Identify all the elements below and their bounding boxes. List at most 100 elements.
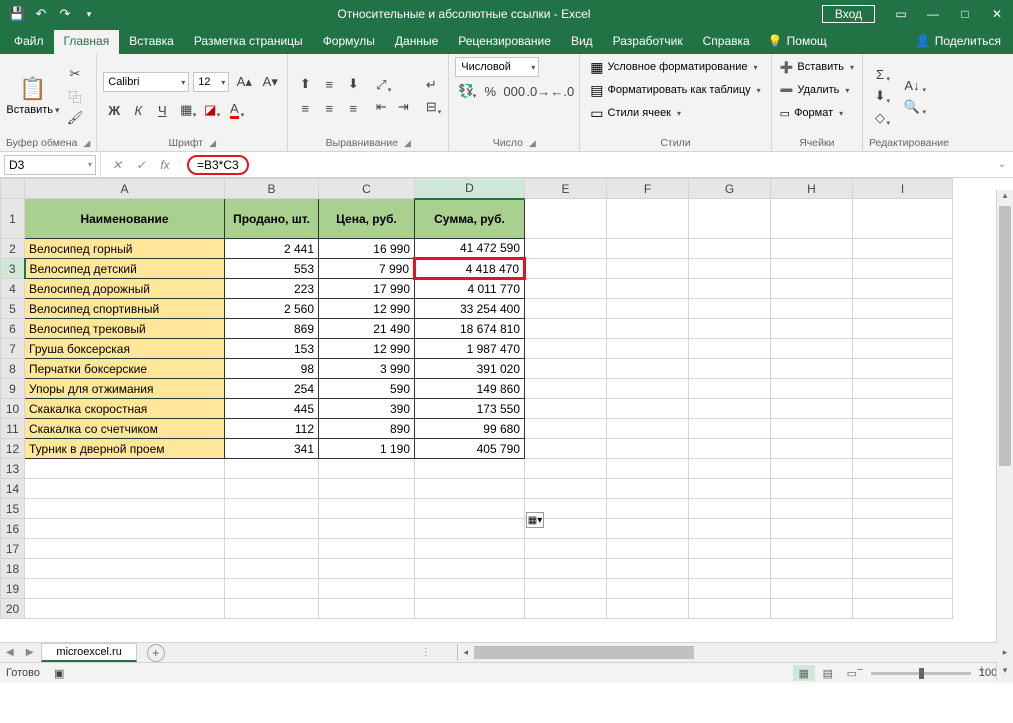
cell-D3[interactable]: 4 418 470: [415, 259, 525, 279]
row-header-12[interactable]: 12: [1, 439, 25, 459]
find-select-icon[interactable]: 🔍: [897, 97, 927, 117]
cell[interactable]: [415, 459, 525, 479]
cell-A4[interactable]: Велосипед дорожный: [25, 279, 225, 299]
cell[interactable]: [415, 599, 525, 619]
bold-button[interactable]: Ж: [103, 100, 125, 120]
cell[interactable]: [771, 399, 853, 419]
column-header-G[interactable]: G: [689, 179, 771, 199]
zoom-handle[interactable]: [919, 668, 924, 679]
cell[interactable]: [225, 599, 319, 619]
wrap-text-icon[interactable]: ↵: [420, 75, 442, 95]
cell[interactable]: [525, 419, 607, 439]
save-icon[interactable]: 💾: [6, 3, 28, 25]
cell[interactable]: [319, 559, 415, 579]
percent-icon[interactable]: %: [479, 81, 501, 101]
scroll-left-icon[interactable]: ◂: [458, 644, 474, 661]
italic-button[interactable]: К: [127, 100, 149, 120]
cell[interactable]: [853, 459, 953, 479]
row-header-15[interactable]: 15: [1, 499, 25, 519]
cut-icon[interactable]: ✂: [64, 64, 86, 84]
cell[interactable]: [25, 539, 225, 559]
cell-B11[interactable]: 112: [225, 419, 319, 439]
macro-record-icon[interactable]: ▣: [54, 667, 64, 680]
cell[interactable]: [689, 339, 771, 359]
cell[interactable]: [607, 199, 689, 239]
cell[interactable]: [853, 379, 953, 399]
cell[interactable]: [771, 539, 853, 559]
cell[interactable]: [415, 479, 525, 499]
cell-D11[interactable]: 99 680: [415, 419, 525, 439]
cell[interactable]: [689, 559, 771, 579]
cell[interactable]: [771, 559, 853, 579]
sheet-tab[interactable]: microexcel.ru: [41, 643, 136, 662]
cell[interactable]: [853, 359, 953, 379]
minimize-icon[interactable]: ―: [917, 3, 949, 25]
cell[interactable]: [525, 299, 607, 319]
column-header-F[interactable]: F: [607, 179, 689, 199]
cell[interactable]: [853, 299, 953, 319]
row-header-1[interactable]: 1: [1, 199, 25, 239]
cell-C3[interactable]: 7 990: [319, 259, 415, 279]
maximize-icon[interactable]: □: [949, 3, 981, 25]
cell-B4[interactable]: 223: [225, 279, 319, 299]
fx-icon[interactable]: fx: [153, 155, 177, 175]
cell[interactable]: [415, 539, 525, 559]
tab-help[interactable]: Справка: [693, 30, 760, 54]
cell-A9[interactable]: Упоры для отжимания: [25, 379, 225, 399]
increase-decimal-icon[interactable]: .0→: [527, 81, 549, 101]
format-painter-icon[interactable]: 🖌: [64, 108, 86, 128]
autosum-icon[interactable]: Σ: [869, 64, 891, 84]
cell[interactable]: [853, 579, 953, 599]
cell[interactable]: [225, 499, 319, 519]
close-icon[interactable]: ✕: [981, 3, 1013, 25]
cell-D10[interactable]: 173 550: [415, 399, 525, 419]
header-cell-price[interactable]: Цена, руб.: [319, 199, 415, 239]
cell[interactable]: [25, 459, 225, 479]
row-header-5[interactable]: 5: [1, 299, 25, 319]
align-middle-icon[interactable]: ≡: [318, 74, 340, 94]
cell[interactable]: [25, 479, 225, 499]
cell-D7[interactable]: 1 987 470: [415, 339, 525, 359]
font-color-icon[interactable]: A: [223, 100, 245, 120]
select-all-corner[interactable]: [1, 179, 25, 199]
cell-C6[interactable]: 21 490: [319, 319, 415, 339]
cell[interactable]: [607, 399, 689, 419]
cell[interactable]: [525, 259, 607, 279]
cell[interactable]: [771, 459, 853, 479]
format-cells-button[interactable]: ▭Формат: [778, 103, 846, 123]
cell-C12[interactable]: 1 190: [319, 439, 415, 459]
row-header-10[interactable]: 10: [1, 399, 25, 419]
cell-A3[interactable]: Велосипед детский: [25, 259, 225, 279]
cell-A10[interactable]: Скакалка скоростная: [25, 399, 225, 419]
tab-data[interactable]: Данные: [385, 30, 448, 54]
cell[interactable]: [225, 539, 319, 559]
orientation-icon[interactable]: ⤢: [370, 75, 392, 95]
cell[interactable]: [525, 479, 607, 499]
cell[interactable]: [771, 599, 853, 619]
align-bottom-icon[interactable]: ⬇: [342, 74, 364, 94]
cell-A11[interactable]: Скакалка со счетчиком: [25, 419, 225, 439]
scroll-thumb[interactable]: [999, 206, 1011, 466]
cancel-formula-icon[interactable]: ✕: [105, 155, 129, 175]
cell-B8[interactable]: 98: [225, 359, 319, 379]
cell[interactable]: [225, 479, 319, 499]
cell[interactable]: [319, 579, 415, 599]
cell[interactable]: [771, 419, 853, 439]
cell[interactable]: [607, 579, 689, 599]
tab-page-layout[interactable]: Разметка страницы: [184, 30, 313, 54]
cell[interactable]: [607, 559, 689, 579]
conditional-formatting-button[interactable]: ▦Условное форматирование: [586, 57, 761, 77]
cell[interactable]: [319, 459, 415, 479]
cell[interactable]: [525, 199, 607, 239]
cell[interactable]: [689, 579, 771, 599]
cell[interactable]: [525, 439, 607, 459]
cell[interactable]: [225, 519, 319, 539]
column-header-H[interactable]: H: [771, 179, 853, 199]
cell[interactable]: [689, 419, 771, 439]
cell[interactable]: [607, 459, 689, 479]
row-header-6[interactable]: 6: [1, 319, 25, 339]
cell[interactable]: [853, 239, 953, 259]
sheet-nav-next-icon[interactable]: ▶: [20, 647, 40, 658]
decrease-decimal-icon[interactable]: ←.0: [551, 81, 573, 101]
cell[interactable]: [771, 259, 853, 279]
